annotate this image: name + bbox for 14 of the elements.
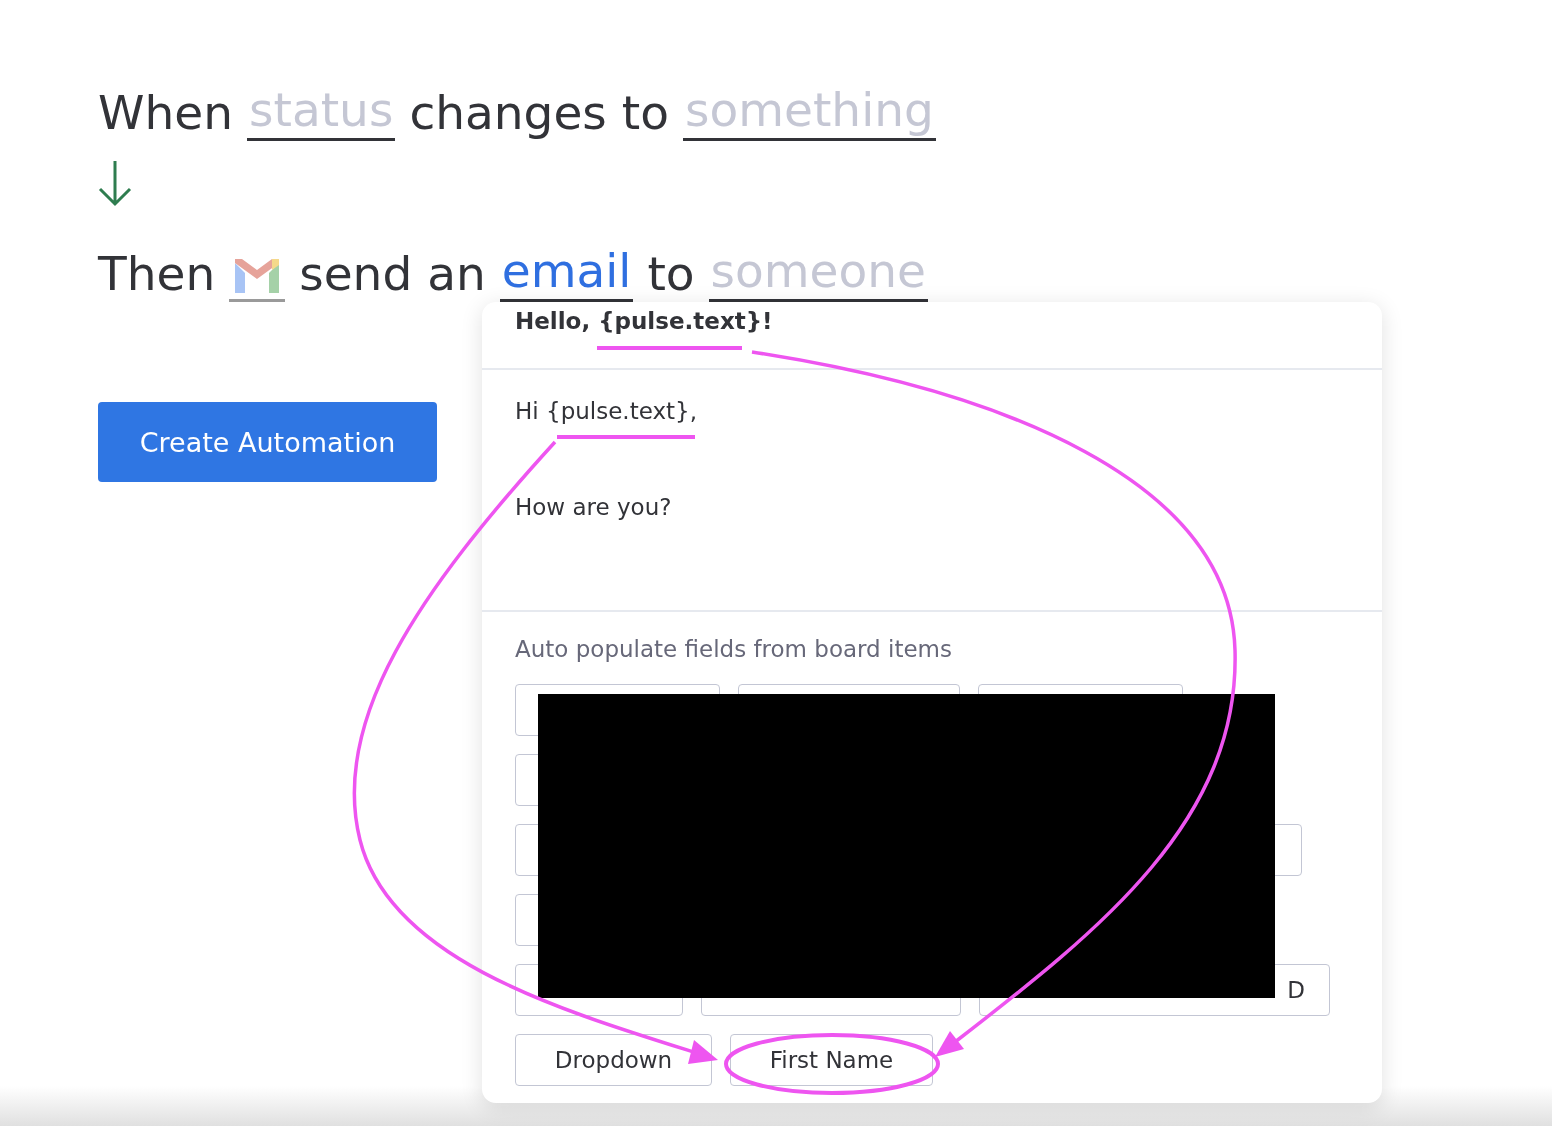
email-body-field[interactable]: Hi {pulse.text}, How are you? (482, 370, 1382, 612)
down-arrow-icon (97, 159, 133, 207)
rule-text: changes to (409, 85, 669, 141)
email-body-line: How are you? (515, 493, 673, 522)
mail-icon[interactable] (229, 257, 286, 302)
create-automation-button[interactable]: Create Automation (98, 402, 437, 482)
field-chip[interactable]: Dropdown (515, 1034, 712, 1086)
fields-label: Auto populate fields from board items (515, 635, 953, 664)
email-body-line: Hi {pulse.text}, (515, 397, 698, 426)
email-subject[interactable]: Hello, {pulse.text}! (482, 302, 1382, 370)
rule-text: When (98, 85, 233, 141)
rule-text: send an (299, 246, 486, 302)
rule-text: to (647, 246, 695, 302)
rule-text: Then (98, 246, 216, 302)
